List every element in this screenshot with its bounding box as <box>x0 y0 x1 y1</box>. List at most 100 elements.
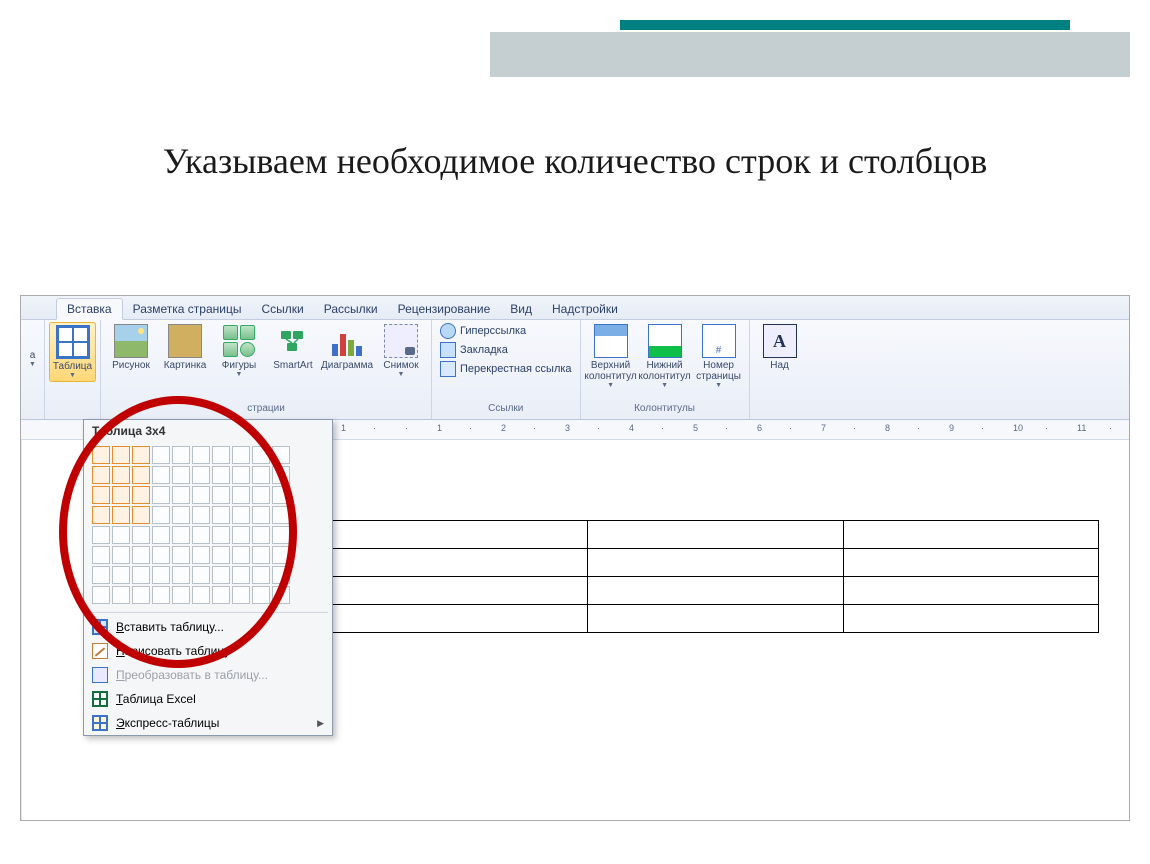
excel-table-menu-item[interactable]: Таблица Excel <box>84 687 332 711</box>
grid-cell-2-7[interactable] <box>232 486 250 504</box>
grid-cell-2-2[interactable] <box>132 486 150 504</box>
grid-cell-4-1[interactable] <box>112 526 130 544</box>
ribbon-tab-1[interactable]: Разметка страницы <box>123 299 252 319</box>
grid-cell-7-7[interactable] <box>232 586 250 604</box>
grid-cell-6-0[interactable] <box>92 566 110 584</box>
table-button[interactable]: Таблица ▼ <box>49 322 96 382</box>
grid-cell-7-8[interactable] <box>252 586 270 604</box>
grid-cell-0-5[interactable] <box>192 446 210 464</box>
grid-cell-4-4[interactable] <box>172 526 190 544</box>
clipart-button[interactable]: Картинка <box>159 322 211 373</box>
grid-cell-4-3[interactable] <box>152 526 170 544</box>
grid-cell-4-9[interactable] <box>272 526 290 544</box>
grid-cell-1-1[interactable] <box>112 466 130 484</box>
crossref-button[interactable]: Перекрестная ссылка <box>436 360 576 378</box>
grid-cell-5-3[interactable] <box>152 546 170 564</box>
grid-cell-4-5[interactable] <box>192 526 210 544</box>
grid-cell-2-8[interactable] <box>252 486 270 504</box>
grid-cell-4-8[interactable] <box>252 526 270 544</box>
table-cell[interactable] <box>588 521 843 549</box>
grid-cell-5-7[interactable] <box>232 546 250 564</box>
table-cell[interactable] <box>333 521 588 549</box>
grid-cell-5-4[interactable] <box>172 546 190 564</box>
grid-cell-3-8[interactable] <box>252 506 270 524</box>
insert-table-menu-item[interactable]: Вставить таблицу... <box>84 615 332 639</box>
ribbon-tab-2[interactable]: Ссылки <box>251 299 313 319</box>
picture-button[interactable]: Рисунок <box>105 322 157 373</box>
table-cell[interactable] <box>843 549 1098 577</box>
grid-cell-7-0[interactable] <box>92 586 110 604</box>
table-grid-picker[interactable] <box>84 442 332 610</box>
table-cell[interactable] <box>588 605 843 633</box>
grid-cell-7-4[interactable] <box>172 586 190 604</box>
grid-cell-7-6[interactable] <box>212 586 230 604</box>
grid-cell-6-4[interactable] <box>172 566 190 584</box>
table-cell[interactable] <box>333 605 588 633</box>
grid-cell-2-0[interactable] <box>92 486 110 504</box>
ribbon-tab-4[interactable]: Рецензирование <box>388 299 501 319</box>
header-button[interactable]: Верхний колонтитул ▼ <box>585 322 637 391</box>
grid-cell-0-0[interactable] <box>92 446 110 464</box>
grid-cell-1-0[interactable] <box>92 466 110 484</box>
grid-cell-2-6[interactable] <box>212 486 230 504</box>
table-cell[interactable] <box>333 549 588 577</box>
table-cell[interactable] <box>843 605 1098 633</box>
grid-cell-7-1[interactable] <box>112 586 130 604</box>
grid-cell-3-5[interactable] <box>192 506 210 524</box>
grid-cell-4-7[interactable] <box>232 526 250 544</box>
screenshot-button[interactable]: Снимок ▼ <box>375 322 427 380</box>
grid-cell-0-1[interactable] <box>112 446 130 464</box>
grid-cell-6-8[interactable] <box>252 566 270 584</box>
hyperlink-button[interactable]: Гиперссылка <box>436 322 576 340</box>
ribbon-tab-6[interactable]: Надстройки <box>542 299 628 319</box>
grid-cell-2-3[interactable] <box>152 486 170 504</box>
grid-cell-1-4[interactable] <box>172 466 190 484</box>
grid-cell-3-4[interactable] <box>172 506 190 524</box>
grid-cell-2-1[interactable] <box>112 486 130 504</box>
express-table-menu-item[interactable]: Экспресс-таблицы ▶ <box>84 711 332 735</box>
grid-cell-2-4[interactable] <box>172 486 190 504</box>
left-stub-arrow[interactable]: ▼ <box>29 361 36 368</box>
grid-cell-4-0[interactable] <box>92 526 110 544</box>
grid-cell-5-8[interactable] <box>252 546 270 564</box>
pagenum-button[interactable]: # Номер страницы ▼ <box>693 322 745 391</box>
grid-cell-2-9[interactable] <box>272 486 290 504</box>
grid-cell-0-4[interactable] <box>172 446 190 464</box>
grid-cell-1-6[interactable] <box>212 466 230 484</box>
grid-cell-1-3[interactable] <box>152 466 170 484</box>
grid-cell-5-0[interactable] <box>92 546 110 564</box>
grid-cell-7-3[interactable] <box>152 586 170 604</box>
grid-cell-1-5[interactable] <box>192 466 210 484</box>
smartart-button[interactable]: SmartArt <box>267 322 319 373</box>
bookmark-button[interactable]: Закладка <box>436 341 576 359</box>
chart-button[interactable]: Диаграмма <box>321 322 373 373</box>
grid-cell-3-0[interactable] <box>92 506 110 524</box>
grid-cell-3-6[interactable] <box>212 506 230 524</box>
grid-cell-0-8[interactable] <box>252 446 270 464</box>
grid-cell-6-9[interactable] <box>272 566 290 584</box>
grid-cell-0-3[interactable] <box>152 446 170 464</box>
grid-cell-3-9[interactable] <box>272 506 290 524</box>
grid-cell-1-7[interactable] <box>232 466 250 484</box>
grid-cell-7-5[interactable] <box>192 586 210 604</box>
grid-cell-6-5[interactable] <box>192 566 210 584</box>
shapes-button[interactable]: Фигуры ▼ <box>213 322 265 380</box>
table-cell[interactable] <box>843 577 1098 605</box>
grid-cell-0-2[interactable] <box>132 446 150 464</box>
grid-cell-6-1[interactable] <box>112 566 130 584</box>
table-cell[interactable] <box>588 549 843 577</box>
grid-cell-6-6[interactable] <box>212 566 230 584</box>
grid-cell-1-8[interactable] <box>252 466 270 484</box>
grid-cell-5-2[interactable] <box>132 546 150 564</box>
grid-cell-3-3[interactable] <box>152 506 170 524</box>
grid-cell-0-7[interactable] <box>232 446 250 464</box>
grid-cell-6-7[interactable] <box>232 566 250 584</box>
ribbon-tab-5[interactable]: Вид <box>500 299 542 319</box>
grid-cell-4-2[interactable] <box>132 526 150 544</box>
ribbon-tab-0[interactable]: Вставка <box>56 298 123 320</box>
grid-cell-3-2[interactable] <box>132 506 150 524</box>
grid-cell-7-9[interactable] <box>272 586 290 604</box>
textbox-button[interactable]: A Над <box>754 322 806 373</box>
ribbon-tab-3[interactable]: Рассылки <box>314 299 388 319</box>
footer-button[interactable]: Нижний колонтитул ▼ <box>639 322 691 391</box>
